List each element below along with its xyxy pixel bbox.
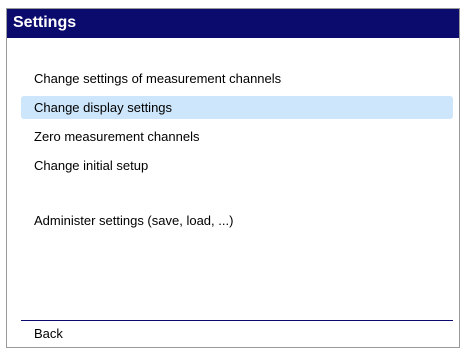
title-bar: Settings bbox=[7, 9, 459, 38]
footer-divider bbox=[21, 320, 453, 321]
menu-item-initial-setup[interactable]: Change initial setup bbox=[21, 154, 453, 177]
settings-window: Settings Change settings of measurement … bbox=[6, 8, 460, 348]
menu-item-display-settings[interactable]: Change display settings bbox=[21, 96, 453, 119]
menu-item-measurement-channels[interactable]: Change settings of measurement channels bbox=[21, 67, 453, 90]
menu-item-zero-channels[interactable]: Zero measurement channels bbox=[21, 125, 453, 148]
window-title: Settings bbox=[13, 14, 77, 31]
back-button[interactable]: Back bbox=[34, 325, 63, 343]
menu-item-administer-settings[interactable]: Administer settings (save, load, ...) bbox=[21, 209, 453, 232]
